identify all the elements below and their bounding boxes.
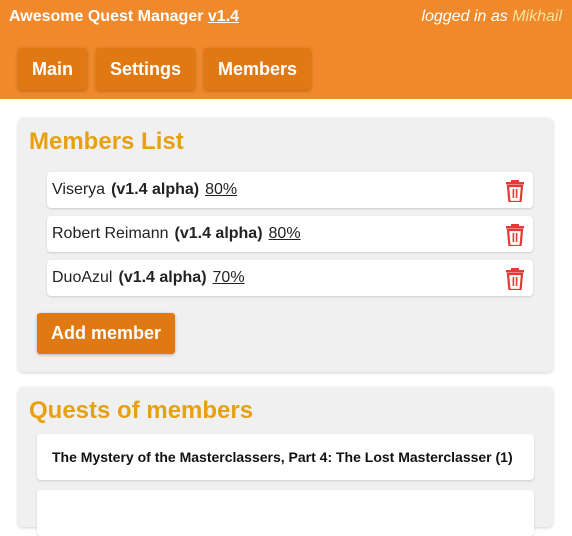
- member-row: Viserya (v1.4 alpha) 80%: [47, 172, 533, 208]
- member-progress-link[interactable]: 80%: [269, 225, 301, 243]
- quests-of-members-title: Quests of members: [29, 397, 254, 424]
- main-nav: Main Settings Members: [18, 48, 312, 90]
- app-title: Awesome Quest Manager v1.4: [9, 8, 239, 26]
- members-list-title: Members List: [29, 128, 184, 155]
- members-card: Members List Viserya (v1.4 alpha) 80% Ro…: [18, 118, 553, 372]
- trash-icon[interactable]: [505, 178, 525, 202]
- member-version: (v1.4 alpha): [111, 181, 200, 198]
- member-name: DuoAzul: [52, 269, 113, 286]
- member-version: (v1.4 alpha): [118, 269, 207, 286]
- quest-title: The Mystery of the Masterclassers, Part …: [52, 449, 513, 465]
- member-row: DuoAzul (v1.4 alpha) 70%: [47, 260, 533, 296]
- add-member-button[interactable]: Add member: [37, 313, 176, 354]
- quest-item[interactable]: [37, 490, 534, 536]
- nav-main-button[interactable]: Main: [18, 48, 88, 90]
- app-version-link[interactable]: v1.4: [208, 8, 239, 25]
- nav-members-button[interactable]: Members: [204, 48, 312, 90]
- quests-card: Quests of members The Mystery of the Mas…: [18, 387, 553, 536]
- member-row: Robert Reimann (v1.4 alpha) 80%: [47, 216, 533, 252]
- member-progress-link[interactable]: 80%: [205, 181, 237, 199]
- nav-settings-button[interactable]: Settings: [96, 48, 196, 90]
- member-name: Robert Reimann: [52, 225, 169, 242]
- member-version: (v1.4 alpha): [174, 225, 263, 242]
- app-name: Awesome Quest Manager: [9, 8, 204, 25]
- member-progress-link[interactable]: 70%: [213, 269, 245, 287]
- login-username: Mikhail: [512, 8, 562, 25]
- app-header: Awesome Quest Manager v1.4 logged in as …: [0, 0, 572, 99]
- trash-icon[interactable]: [505, 222, 525, 246]
- trash-icon[interactable]: [505, 266, 525, 290]
- login-prefix: logged in as: [421, 8, 508, 25]
- quest-item[interactable]: The Mystery of the Masterclassers, Part …: [37, 434, 534, 480]
- login-status: logged in as Mikhail: [421, 8, 562, 26]
- member-name: Viserya: [52, 181, 106, 198]
